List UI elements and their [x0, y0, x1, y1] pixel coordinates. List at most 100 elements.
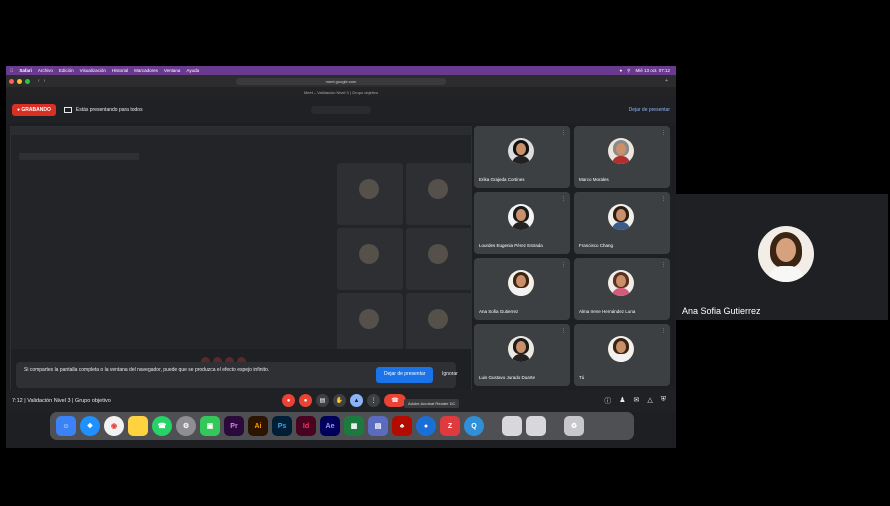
nested-avatar	[359, 309, 379, 329]
participant-name: Marco Morales	[579, 177, 609, 182]
mic-off-icon: ⋮	[661, 196, 666, 202]
apple-icon[interactable]: 	[10, 68, 13, 73]
participant-tile[interactable]: ⋮ Lourdes Eugenia Pérez Estrada	[474, 192, 570, 254]
nested-avatar	[428, 179, 448, 199]
present-button[interactable]: ▲	[350, 394, 363, 407]
avatar-body	[612, 222, 630, 230]
indesign-icon[interactable]: Id	[296, 416, 316, 436]
participant-tile[interactable]: ⋮ Marco Morales	[574, 126, 670, 188]
address-bar[interactable]: meet.google.com	[236, 77, 446, 85]
participant-tile[interactable]: ⋮ Francisco Chang	[574, 192, 670, 254]
excel-icon[interactable]: ▦	[344, 416, 364, 436]
new-tab-icon[interactable]: +	[665, 78, 668, 84]
premiere-icon[interactable]: Pr	[224, 416, 244, 436]
downloads-icon[interactable]	[502, 416, 522, 436]
participant-tile[interactable]: ⋮ Erika Grajeda Cortines	[474, 126, 570, 188]
participant-tile[interactable]: ⋮ Alma Irene Hernández Luna	[574, 258, 670, 320]
stop-presenting-link[interactable]: Dejar de presentar	[629, 107, 670, 113]
menu-item-archivo[interactable]: Archivo	[38, 68, 53, 73]
menubar-app[interactable]: Safari	[19, 68, 32, 73]
system-preferences-icon[interactable]: ⚙	[176, 416, 196, 436]
captions-button[interactable]: ▤	[316, 394, 329, 407]
acrobat-icon[interactable]: ♣	[392, 416, 412, 436]
nested-menubar	[11, 127, 471, 135]
presenting-chip: Estás presentando para todos	[63, 107, 143, 113]
right-controls: ⓘ ♟ ✉ △ ⛨	[604, 396, 666, 406]
documents-icon[interactable]	[526, 416, 546, 436]
mic-off-icon: ⋮	[661, 262, 666, 268]
menubar-clock[interactable]: Mié 13 oct. 07:12	[635, 68, 670, 74]
avatar-body	[612, 288, 630, 296]
after-effects-icon[interactable]: Ae	[320, 416, 340, 436]
chat-icon[interactable]: ✉	[633, 396, 639, 406]
recording-label: GRABANDO	[21, 107, 51, 113]
avatar-body	[512, 222, 530, 230]
toast-message: Si compartes la pantalla completa o la v…	[24, 367, 270, 373]
zoom-window-icon[interactable]	[25, 78, 30, 84]
participant-name: Tú	[579, 375, 585, 380]
whatsapp-icon[interactable]: ☎	[152, 416, 172, 436]
nested-tile	[406, 293, 471, 355]
close-window-icon[interactable]	[9, 78, 14, 84]
participant-tile[interactable]: ⋮ Luis Gustavo Jurado Duarte	[474, 324, 570, 386]
preview-icon[interactable]: ▤	[368, 416, 388, 436]
avatar-face	[616, 275, 626, 287]
mic-off-icon: ⋮	[561, 328, 566, 334]
camera-toggle-button[interactable]: ●	[299, 394, 312, 407]
participant-tile-self[interactable]: ⋮ Tú	[574, 324, 670, 386]
nested-avatar	[428, 244, 448, 264]
more-options-button[interactable]: ⋮	[367, 394, 380, 407]
avatar	[508, 138, 534, 164]
illustrator-icon[interactable]: Ai	[248, 416, 268, 436]
avatar	[608, 204, 634, 230]
wifi-icon[interactable]: ●	[619, 68, 622, 74]
forward-icon[interactable]: ›	[44, 78, 46, 84]
avatar	[508, 204, 534, 230]
chrome-icon[interactable]: ◉	[104, 416, 124, 436]
mirror-warning-toast: Si compartes la pantalla completa o la v…	[16, 362, 458, 388]
participant-name: Luis Gustavo Jurado Duarte	[479, 375, 536, 380]
mic-off-icon: ⋮	[561, 196, 566, 202]
faint-search-bar	[311, 106, 371, 114]
activities-icon[interactable]: △	[647, 396, 652, 406]
cinema4d-icon[interactable]: ●	[416, 416, 436, 436]
search-icon[interactable]: ⚲	[627, 68, 630, 74]
menu-item-marcadores[interactable]: Marcadores	[134, 68, 158, 73]
tab-meet[interactable]: Meet – Validación Nivel 3 | Grupo objeti…	[304, 90, 378, 95]
zotero-icon[interactable]: Z	[440, 416, 460, 436]
toast-stop-presenting-button[interactable]: Dejar de presentar	[376, 367, 434, 383]
avatar	[508, 270, 534, 296]
info-icon[interactable]: ⓘ	[604, 396, 611, 406]
avatar-face	[516, 275, 526, 287]
participant-name: Erika Grajeda Cortines	[479, 177, 525, 182]
leave-call-button[interactable]: ☎	[384, 394, 406, 407]
safari-icon[interactable]: ❖	[80, 416, 100, 436]
mic-toggle-button[interactable]: ●	[282, 394, 295, 407]
menu-item-ventana[interactable]: Ventana	[164, 68, 181, 73]
participant-name: Alma Irene Hernández Luna	[579, 309, 636, 314]
menu-item-historial[interactable]: Historial	[112, 68, 128, 73]
notes-icon[interactable]	[128, 416, 148, 436]
avatar-body	[512, 288, 530, 296]
finder-icon[interactable]: ☺	[56, 416, 76, 436]
quicktime-icon[interactable]: Q	[464, 416, 484, 436]
host-controls-icon[interactable]: ⛨	[661, 396, 666, 406]
raise-hand-button[interactable]: ✋	[333, 394, 346, 407]
photoshop-icon[interactable]: Ps	[272, 416, 292, 436]
nested-avatar	[428, 309, 448, 329]
trash-icon[interactable]: ♻	[564, 416, 584, 436]
back-icon[interactable]: ‹	[38, 78, 40, 84]
menu-item-visualizacion[interactable]: Visualización	[80, 68, 106, 73]
call-controls: ● ● ▤ ✋ ▲ ⋮ ☎	[282, 394, 406, 407]
people-icon[interactable]: ♟	[619, 396, 625, 406]
avatar-body	[768, 266, 804, 282]
external-participant-tile[interactable]: Ana Sofia Gutierrez	[676, 194, 888, 320]
mic-off-icon: ⋮	[561, 262, 566, 268]
menu-item-edicion[interactable]: Edición	[59, 68, 74, 73]
menu-item-ayuda[interactable]: Ayuda	[186, 68, 199, 73]
minimize-window-icon[interactable]	[17, 78, 22, 84]
participant-tile[interactable]: ⋮ Ana Sofia Gutierrez	[474, 258, 570, 320]
facetime-icon[interactable]: ▣	[200, 416, 220, 436]
toast-ignore-button[interactable]: Ignorar	[442, 371, 458, 379]
recording-badge: ● GRABANDO	[12, 104, 56, 116]
